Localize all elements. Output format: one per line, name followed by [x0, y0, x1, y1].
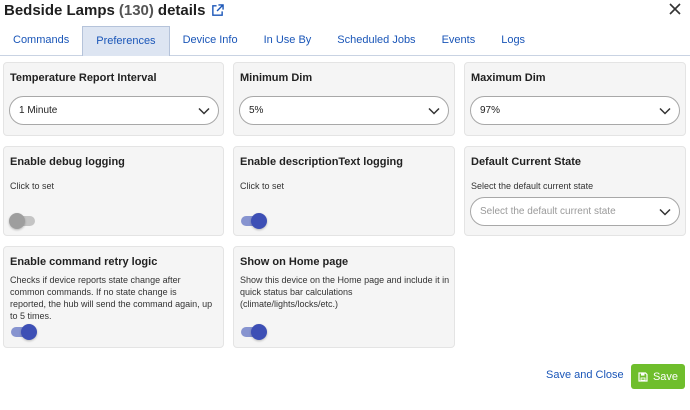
device-name: Bedside Lamps — [4, 1, 115, 19]
chevron-down-icon — [198, 107, 210, 115]
external-link-icon[interactable] — [211, 3, 225, 17]
save-and-close-button[interactable]: Save and Close — [546, 369, 624, 381]
toggle-thumb — [251, 213, 267, 229]
temp-interval-value: 1 Minute — [19, 105, 58, 116]
tab-device-info[interactable]: Device Info — [170, 26, 251, 56]
device-count: (130) — [118, 1, 154, 19]
default-state-card: Default Current State Select the default… — [464, 146, 686, 236]
min-dim-value: 5% — [249, 105, 264, 116]
dialog-header: Bedside Lamps (130) details — [4, 0, 225, 20]
chevron-down-icon — [659, 208, 671, 216]
temp-interval-card: Temperature Report Interval 1 Minute — [3, 62, 224, 136]
floppy-disk-icon — [638, 371, 648, 382]
debug-logging-card: Enable debug logging Click to set — [3, 146, 224, 236]
temp-interval-title: Temperature Report Interval — [10, 72, 157, 84]
show-home-desc: Show this device on the Home page and in… — [240, 275, 450, 309]
desc-text-logging-title: Enable descriptionText logging — [240, 156, 403, 168]
show-home-title: Show on Home page — [240, 256, 349, 268]
chevron-down-icon — [428, 107, 440, 115]
temp-interval-select[interactable]: 1 Minute — [9, 96, 219, 125]
default-state-select[interactable]: Select the default current state — [470, 197, 680, 226]
dialog-title: Bedside Lamps (130) details — [4, 2, 205, 19]
max-dim-title: Maximum Dim — [471, 72, 546, 84]
retry-logic-title: Enable command retry logic — [10, 256, 158, 268]
retry-logic-toggle[interactable] — [9, 324, 37, 340]
min-dim-select[interactable]: 5% — [239, 96, 449, 125]
tab-events[interactable]: Events — [429, 26, 489, 56]
show-home-card: Show on Home page Show this device on th… — [233, 246, 455, 348]
max-dim-select[interactable]: 97% — [470, 96, 680, 125]
retry-logic-desc: Checks if device reports state change af… — [10, 275, 213, 321]
debug-logging-toggle[interactable] — [9, 213, 37, 229]
min-dim-card: Minimum Dim 5% — [233, 62, 455, 136]
toggle-thumb — [251, 324, 267, 340]
default-state-desc: Select the default current state — [471, 181, 594, 191]
default-state-title: Default Current State — [471, 156, 582, 168]
tab-in-use-by[interactable]: In Use By — [251, 26, 325, 56]
tab-bar: Commands Preferences Device Info In Use … — [0, 26, 690, 56]
desc-text-logging-card: Enable descriptionText logging Click to … — [233, 146, 455, 236]
desc-text-logging-desc: Click to set — [240, 181, 285, 191]
toggle-thumb — [9, 213, 25, 229]
save-label: Save — [652, 370, 679, 383]
max-dim-value: 97% — [480, 105, 501, 116]
show-home-toggle[interactable] — [239, 324, 267, 340]
debug-logging-title: Enable debug logging — [10, 156, 125, 168]
chevron-down-icon — [659, 107, 671, 115]
debug-logging-desc: Click to set — [10, 181, 55, 191]
min-dim-title: Minimum Dim — [240, 72, 313, 84]
tab-preferences[interactable]: Preferences — [82, 26, 170, 56]
tab-logs[interactable]: Logs — [488, 26, 538, 56]
toggle-thumb — [21, 324, 37, 340]
tab-scheduled-jobs[interactable]: Scheduled Jobs — [324, 26, 428, 56]
desc-text-logging-toggle[interactable] — [239, 213, 267, 229]
tab-commands[interactable]: Commands — [0, 26, 82, 56]
close-icon[interactable] — [668, 2, 682, 16]
title-suffix: details — [157, 1, 206, 19]
default-state-placeholder: Select the default current state — [480, 206, 616, 217]
retry-logic-card: Enable command retry logic Checks if dev… — [3, 246, 224, 348]
save-button[interactable]: Save — [631, 364, 685, 389]
max-dim-card: Maximum Dim 97% — [464, 62, 686, 136]
